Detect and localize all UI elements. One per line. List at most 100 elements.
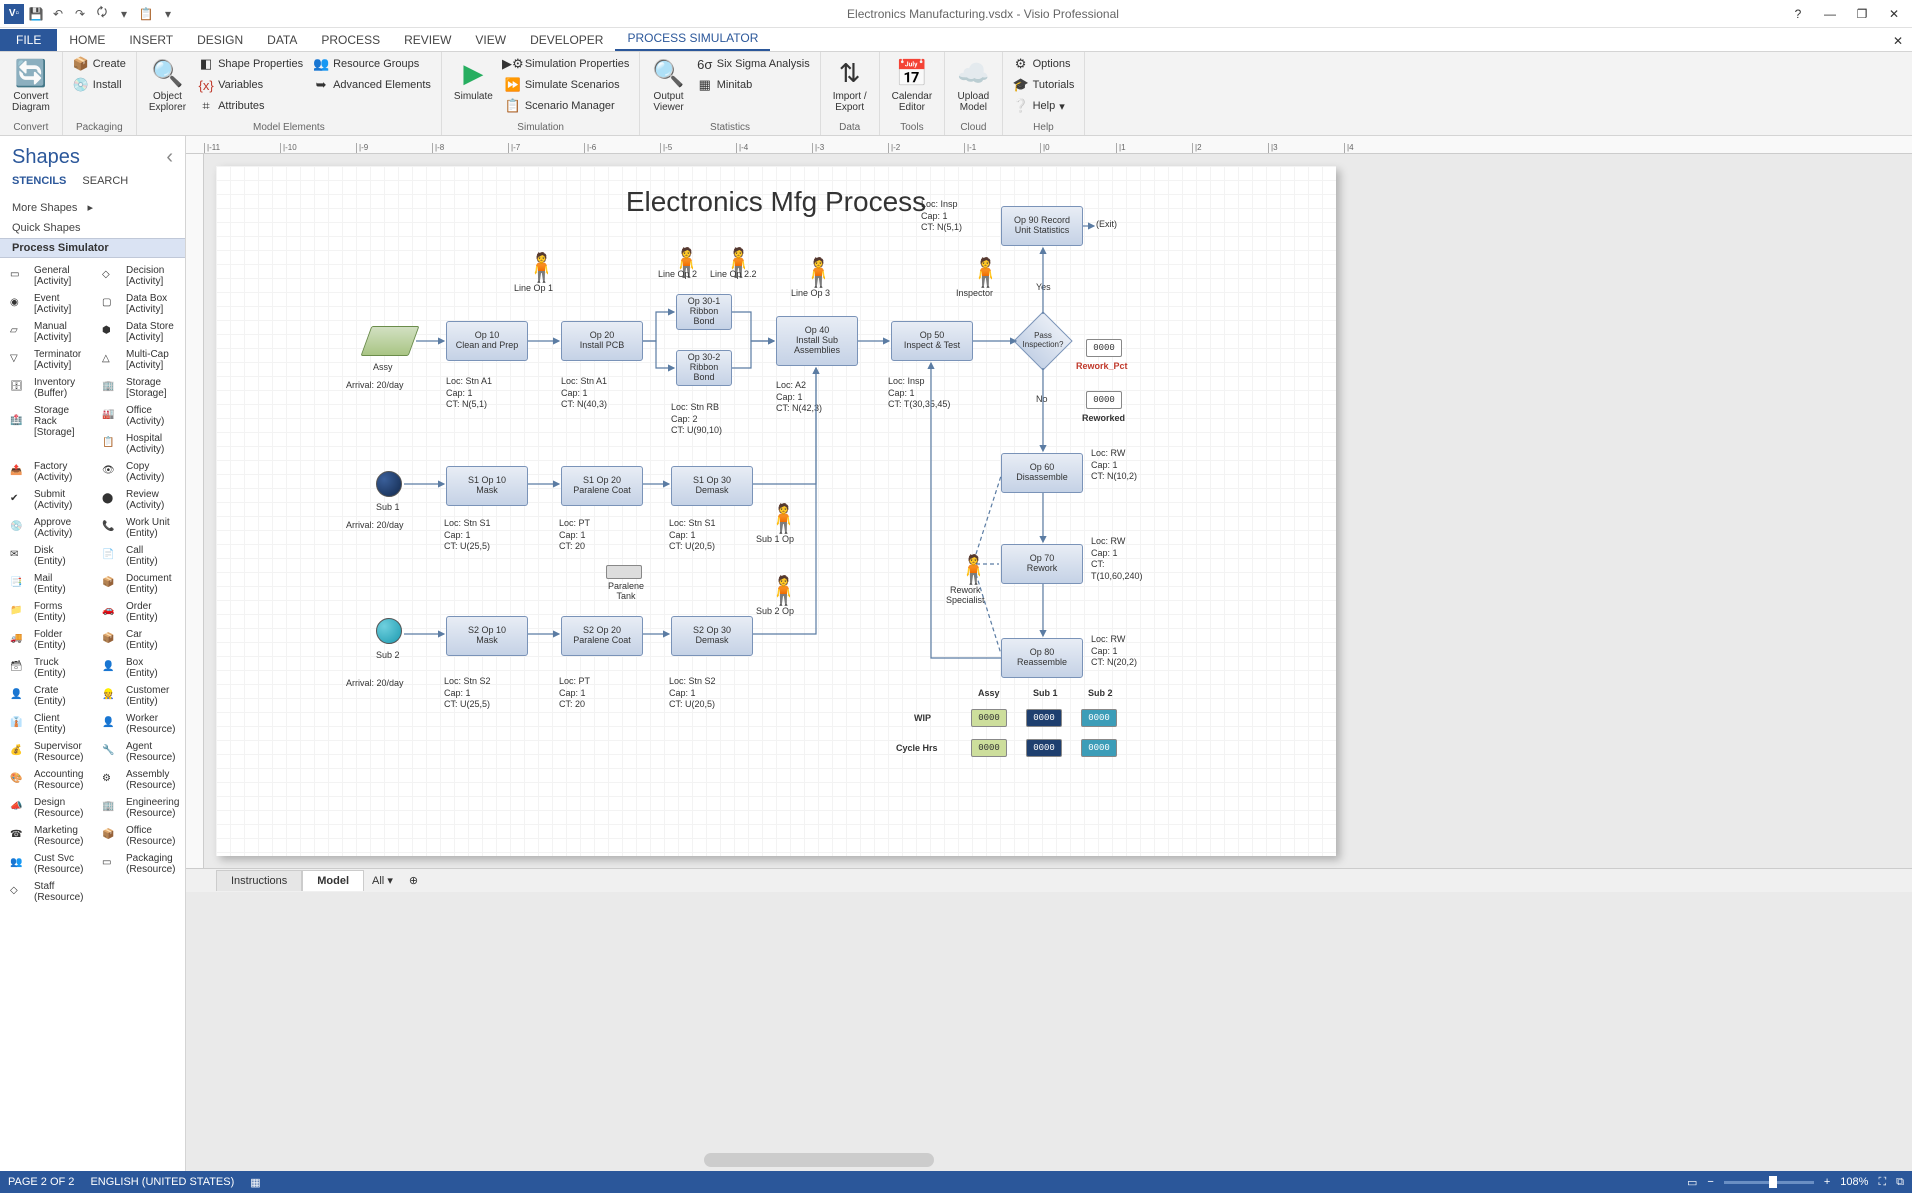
convert-diagram-button[interactable]: 🔄 Convert Diagram: [6, 54, 56, 117]
shape-item[interactable]: 📦Office (Resource): [92, 822, 184, 850]
attributes-button[interactable]: ⌗Attributes: [194, 96, 307, 116]
restore-button[interactable]: ❐: [1848, 4, 1876, 24]
tab-view[interactable]: VIEW: [463, 29, 518, 51]
shape-item[interactable]: 💰Supervisor (Resource): [0, 738, 92, 766]
undo-button[interactable]: ↶: [48, 4, 68, 24]
qat-dropdown[interactable]: ▾: [114, 4, 134, 24]
shape-item[interactable]: 🚗Order (Entity): [92, 598, 184, 626]
tab-review[interactable]: REVIEW: [392, 29, 463, 51]
shape-item[interactable]: 🚚Folder (Entity): [0, 626, 92, 654]
help-button[interactable]: ?: [1784, 4, 1812, 24]
shape-properties-button[interactable]: ◧Shape Properties: [194, 54, 307, 74]
shape-item[interactable]: 🗄Inventory (Buffer): [0, 374, 92, 402]
language-indicator[interactable]: ENGLISH (UNITED STATES): [90, 1176, 234, 1188]
shape-item[interactable]: ▭General [Activity]: [0, 262, 92, 290]
fit-page-button[interactable]: ⛶: [1878, 1176, 1886, 1189]
tutorials-button[interactable]: 🎓Tutorials: [1009, 75, 1079, 95]
minitab-button[interactable]: ▦Minitab: [693, 75, 814, 95]
entity-assy[interactable]: [361, 326, 420, 356]
presentation-mode-button[interactable]: ▭: [1687, 1176, 1697, 1189]
zoom-out-button[interactable]: −: [1707, 1176, 1713, 1188]
shape-item[interactable]: ▽Terminator [Activity]: [0, 346, 92, 374]
simulate-scenarios-button[interactable]: ⏩Simulate Scenarios: [501, 75, 634, 95]
tab-file[interactable]: FILE: [0, 29, 57, 51]
shape-item[interactable]: △Multi-Cap [Activity]: [92, 346, 184, 374]
refresh-button[interactable]: 🗘: [92, 4, 112, 24]
zoom-slider[interactable]: [1724, 1181, 1814, 1184]
object-explorer-button[interactable]: 🔍 Object Explorer: [143, 54, 192, 117]
shape-item[interactable]: 💿Approve (Activity): [0, 514, 92, 542]
options-button[interactable]: ⚙Options: [1009, 54, 1079, 74]
activity-s1op20[interactable]: S1 Op 20 Paralene Coat: [561, 466, 643, 506]
entity-sub1[interactable]: [376, 471, 402, 497]
scenario-manager-button[interactable]: 📋Scenario Manager: [501, 96, 634, 116]
shape-item[interactable]: 🏥Storage Rack [Storage]: [0, 402, 92, 441]
collapse-panel-button[interactable]: ‹: [166, 146, 173, 169]
shape-item[interactable]: 📤Factory (Activity): [0, 458, 92, 486]
shape-item[interactable]: 🏢Storage [Storage]: [92, 374, 184, 402]
activity-op70[interactable]: Op 70 Rework: [1001, 544, 1083, 584]
shape-item[interactable]: 👤Worker (Resource): [92, 710, 184, 738]
activity-s1op10[interactable]: S1 Op 10 Mask: [446, 466, 528, 506]
shape-item[interactable]: 👥Cust Svc (Resource): [0, 850, 92, 878]
activity-op80[interactable]: Op 80 Reassemble: [1001, 638, 1083, 678]
shape-item[interactable]: ▭Packaging (Resource): [92, 850, 184, 878]
redo-button[interactable]: ↷: [70, 4, 90, 24]
simulation-properties-button[interactable]: ▶⚙Simulation Properties: [501, 54, 634, 74]
decision-pass-inspection[interactable]: Pass Inspection?: [1013, 311, 1073, 371]
activity-op60[interactable]: Op 60 Disassemble: [1001, 453, 1083, 493]
shape-item[interactable]: 👤Box (Entity): [92, 654, 184, 682]
horizontal-scrollbar[interactable]: [704, 1153, 934, 1167]
activity-op90[interactable]: Op 90 Record Unit Statistics: [1001, 206, 1083, 246]
calendar-editor-button[interactable]: 📅 Calendar Editor: [886, 54, 939, 117]
shape-item[interactable]: ⚙Assembly (Resource): [92, 766, 184, 794]
qat-dropdown2[interactable]: ▾: [158, 4, 178, 24]
tab-insert[interactable]: INSERT: [117, 29, 185, 51]
paralene-tank-icon[interactable]: [606, 565, 642, 579]
upload-model-button[interactable]: ☁️ Upload Model: [951, 54, 995, 117]
paste-button[interactable]: 📋: [136, 4, 156, 24]
visio-icon[interactable]: V▫: [4, 4, 24, 24]
tab-home[interactable]: HOME: [57, 29, 117, 51]
resource-inspector[interactable]: 🧍: [968, 256, 1003, 289]
shape-item[interactable]: 🔧Agent (Resource): [92, 738, 184, 766]
tab-design[interactable]: DESIGN: [185, 29, 255, 51]
shape-item[interactable]: ▱Manual [Activity]: [0, 318, 92, 346]
quick-shapes-button[interactable]: Quick Shapes: [0, 218, 185, 238]
page-indicator[interactable]: PAGE 2 OF 2: [8, 1176, 74, 1188]
activity-op30-1[interactable]: Op 30-1 Ribbon Bond: [676, 294, 732, 330]
output-viewer-button[interactable]: 🔍 Output Viewer: [646, 54, 690, 117]
shape-item[interactable]: 🗃Truck (Entity): [0, 654, 92, 682]
shape-item[interactable]: ⬢Data Store [Activity]: [92, 318, 184, 346]
shape-item[interactable]: ◇Staff (Resource): [0, 878, 92, 906]
close-button[interactable]: ✕: [1880, 4, 1908, 24]
shape-item[interactable]: 🏭Office (Activity): [92, 402, 184, 430]
advanced-elements-button[interactable]: ➥Advanced Elements: [309, 75, 435, 95]
shape-item[interactable]: 📄Call (Entity): [92, 542, 184, 570]
switch-windows-button[interactable]: ⧉: [1896, 1176, 1904, 1189]
macro-indicator[interactable]: ▦: [250, 1176, 260, 1189]
activity-op30-2[interactable]: Op 30-2 Ribbon Bond: [676, 350, 732, 386]
six-sigma-button[interactable]: 6σSix Sigma Analysis: [693, 54, 814, 74]
page-tab-model[interactable]: Model: [302, 870, 364, 891]
shape-item[interactable]: 📦Car (Entity): [92, 626, 184, 654]
shape-item[interactable]: 🎨Accounting (Resource): [0, 766, 92, 794]
close-document-button[interactable]: ✕: [1884, 31, 1912, 51]
resource-rework-specialist[interactable]: 🧍: [956, 553, 991, 586]
activity-s1op30[interactable]: S1 Op 30 Demask: [671, 466, 753, 506]
import-export-button[interactable]: ⇅ Import / Export: [827, 54, 873, 117]
tab-process[interactable]: PROCESS: [309, 29, 392, 51]
activity-op40[interactable]: Op 40 Install Sub Assemblies: [776, 316, 858, 366]
simulate-button[interactable]: ▶ Simulate: [448, 54, 499, 106]
resource-sub2-op[interactable]: 🧍: [766, 574, 801, 607]
minimize-button[interactable]: —: [1816, 4, 1844, 24]
save-button[interactable]: 💾: [26, 4, 46, 24]
shapes-tab-search[interactable]: SEARCH: [82, 175, 128, 191]
create-button[interactable]: 📦Create: [69, 54, 130, 74]
tab-developer[interactable]: DEVELOPER: [518, 29, 615, 51]
shape-item[interactable]: ⬤Review (Activity): [92, 486, 184, 514]
shape-item[interactable]: ◉Event [Activity]: [0, 290, 92, 318]
page-tab-instructions[interactable]: Instructions: [216, 870, 302, 891]
entity-sub2[interactable]: [376, 618, 402, 644]
zoom-level[interactable]: 108%: [1840, 1176, 1868, 1188]
